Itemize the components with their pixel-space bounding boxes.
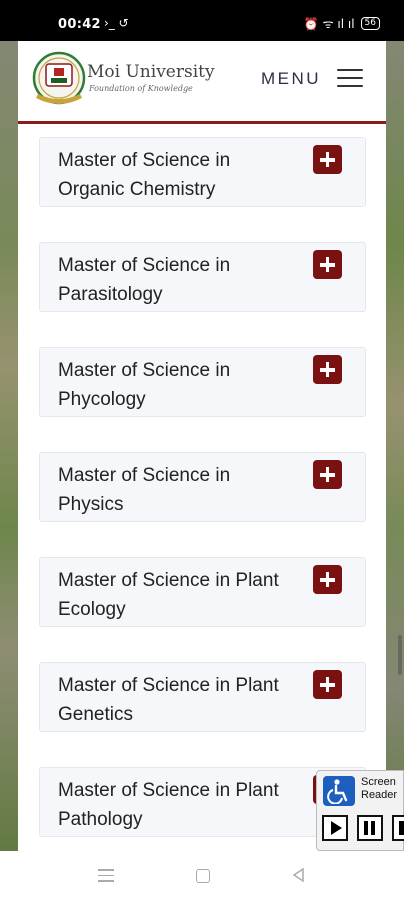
program-list: Master of Science in Organic Chemistry M… [39, 137, 366, 851]
program-title: Master of Science in Plant Pathology [58, 780, 279, 830]
list-item[interactable]: Master of Science in Plant Genetics [39, 662, 366, 732]
program-title: Master of Science in Organic Chemistry [58, 150, 231, 200]
program-title: Master of Science in Plant Genetics [58, 675, 279, 725]
back-icon[interactable] [291, 867, 305, 888]
background-photo-left [0, 41, 18, 851]
background-photo-right [386, 41, 404, 851]
home-icon[interactable] [196, 869, 210, 883]
system-nav-bar [0, 851, 404, 900]
battery-icon: 56 [360, 17, 380, 30]
status-time: 00:42 [58, 17, 101, 32]
program-title: Master of Science in Physics [58, 465, 231, 515]
program-title: Master of Science in Plant Ecology [58, 570, 279, 620]
signal-icons: ⏰ ᯤ ıl ıl [303, 17, 355, 31]
scrollbar[interactable] [398, 635, 402, 675]
program-title: Master of Science in Phycology [58, 360, 231, 410]
screen-reader-label: Screen Reader [361, 776, 398, 801]
expand-plus-icon[interactable] [313, 460, 342, 489]
university-crest-icon[interactable] [30, 50, 88, 110]
list-item[interactable]: Master of Science in Organic Chemistry [39, 137, 366, 207]
expand-plus-icon[interactable] [313, 145, 342, 174]
page-content: Moi University Foundation of Knowledge M… [18, 41, 386, 851]
status-bar: 00:42 ›_ ↺ ⏰ ᯤ ıl ıl 56 [0, 0, 404, 41]
expand-plus-icon[interactable] [313, 670, 342, 699]
accessibility-icon[interactable] [323, 776, 355, 806]
expand-plus-icon[interactable] [313, 565, 342, 594]
site-header: Moi University Foundation of Knowledge M… [18, 41, 386, 124]
screen-reader-widget: Screen Reader [316, 770, 404, 851]
system-icons: ⏰ ᯤ ıl ıl 56 [304, 15, 380, 32]
browser-viewport[interactable]: Moi University Foundation of Knowledge M… [0, 41, 404, 851]
list-item[interactable]: Master of Science in Phycology [39, 347, 366, 417]
list-item[interactable]: Master of Science in Parasitology [39, 242, 366, 312]
notification-icons: ›_ ↺ [104, 16, 129, 30]
expand-plus-icon[interactable] [313, 355, 342, 384]
pause-button[interactable] [357, 815, 383, 841]
menu-button[interactable]: MENU [261, 69, 321, 89]
play-button[interactable] [322, 815, 348, 841]
stop-button[interactable] [392, 815, 404, 841]
list-item[interactable]: Master of Science in Plant Ecology [39, 557, 366, 627]
hamburger-icon[interactable] [337, 69, 363, 89]
brand-tagline: Foundation of Knowledge [89, 84, 193, 93]
recent-apps-icon[interactable] [98, 869, 114, 883]
expand-plus-icon[interactable] [313, 250, 342, 279]
list-item[interactable]: Master of Science in Physics [39, 452, 366, 522]
brand-name[interactable]: Moi University [87, 62, 215, 82]
program-title: Master of Science in Parasitology [58, 255, 231, 305]
